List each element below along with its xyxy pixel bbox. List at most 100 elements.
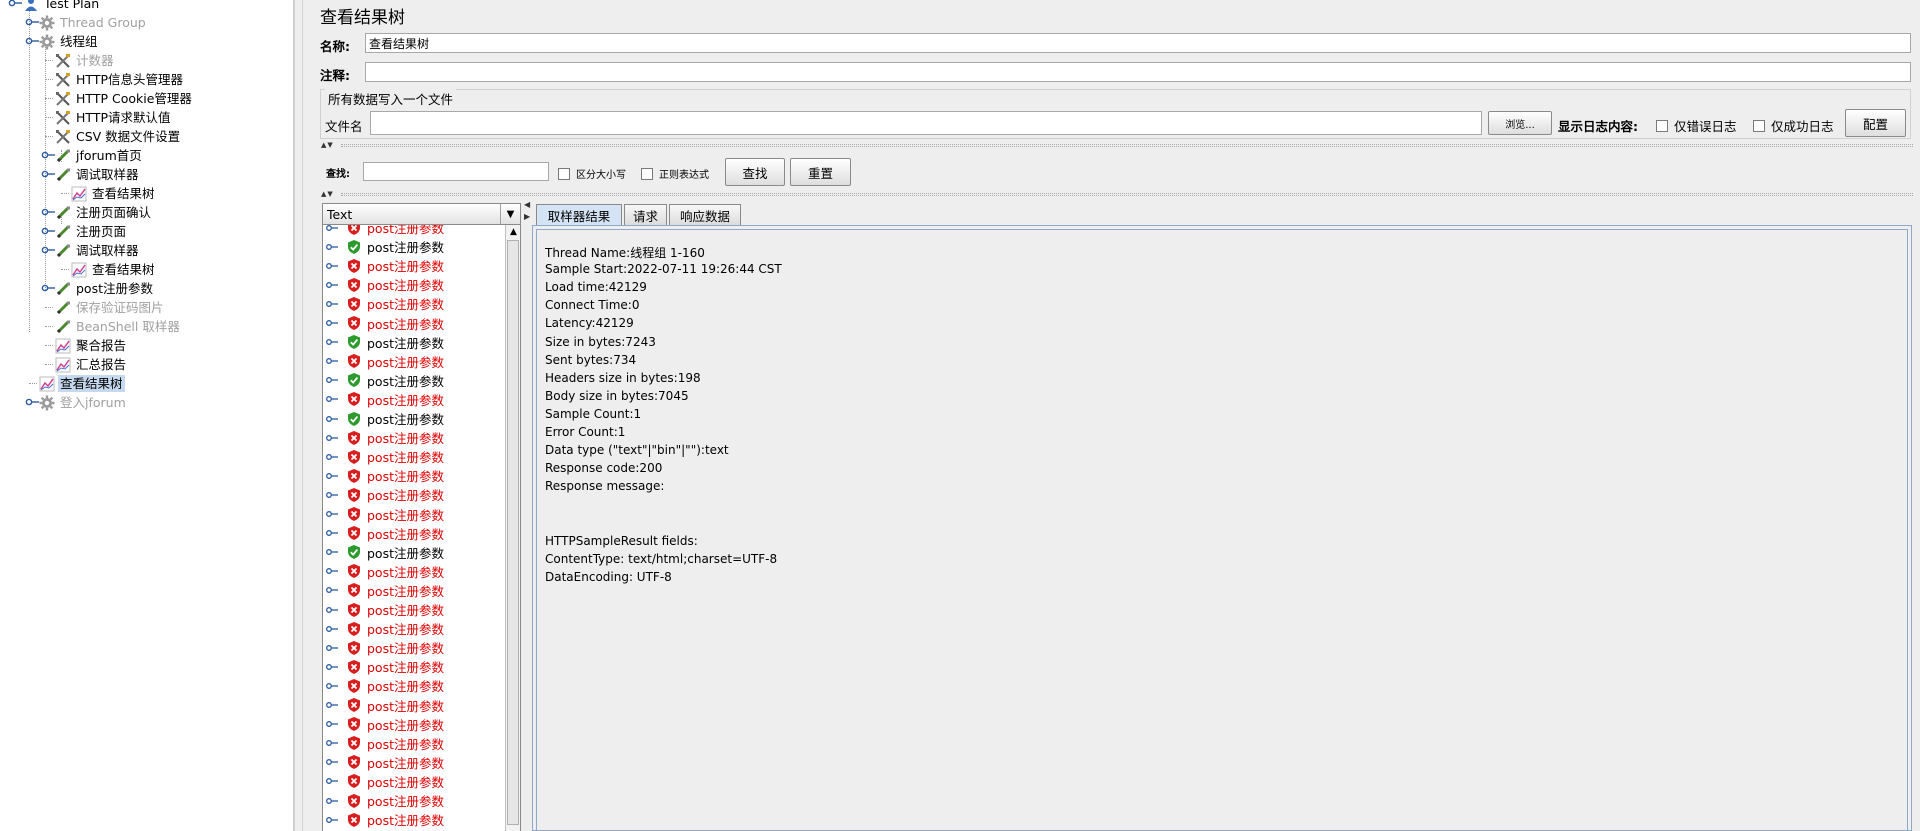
tree-toggle-icon[interactable]	[326, 356, 346, 366]
tree-node[interactable]: post注册参数	[41, 279, 155, 298]
result-list-item[interactable]: post注册参数	[323, 352, 444, 371]
tab-sampler-result[interactable]: 取样器结果	[536, 204, 622, 225]
tab-request[interactable]: 请求	[624, 204, 667, 225]
reset-button[interactable]: 重置	[790, 158, 851, 186]
tree-toggle-icon[interactable]	[326, 452, 346, 462]
tree-toggle-icon[interactable]	[326, 280, 346, 290]
result-list-item[interactable]: post注册参数	[323, 485, 444, 504]
result-list-item[interactable]: post注册参数	[323, 466, 444, 485]
result-list-item[interactable]: post注册参数	[323, 371, 444, 390]
results-split-divider[interactable]: ◀ ▶	[523, 200, 531, 831]
tree-toggle-icon[interactable]	[41, 150, 55, 160]
scroll-up-icon[interactable]: ▲	[508, 227, 519, 238]
result-list-item[interactable]: post注册参数	[323, 562, 444, 581]
tree-node[interactable]: 注册页面	[41, 222, 128, 241]
result-list-item[interactable]: post注册参数	[323, 225, 444, 237]
result-list-item[interactable]: post注册参数	[323, 256, 444, 275]
tree-toggle-icon[interactable]	[326, 585, 346, 595]
result-list-item[interactable]: post注册参数	[323, 275, 444, 294]
tree-toggle-icon[interactable]	[41, 169, 55, 179]
result-list-item[interactable]: post注册参数	[323, 619, 444, 638]
tree-node[interactable]: BeanShell 取样器	[45, 317, 182, 336]
tree-toggle-icon[interactable]	[326, 681, 346, 691]
result-list-item[interactable]: post注册参数	[323, 447, 444, 466]
result-list-item[interactable]: post注册参数	[323, 753, 444, 772]
scroll-thumb[interactable]	[507, 240, 519, 825]
tree-node[interactable]: 计数器	[45, 51, 116, 70]
result-list-item[interactable]: post注册参数	[323, 390, 444, 409]
results-scrollbar[interactable]: ▲	[505, 225, 521, 831]
tree-toggle-icon[interactable]	[326, 414, 346, 424]
collapse-arrows-icon[interactable]: ▲▼	[321, 141, 334, 149]
tree-toggle-icon[interactable]	[326, 337, 346, 347]
tree-toggle-icon[interactable]	[326, 225, 346, 233]
result-list-item[interactable]: post注册参数	[323, 409, 444, 428]
tree-node[interactable]: 查看结果树	[61, 260, 157, 279]
find-button[interactable]: 查找	[725, 158, 785, 186]
success-only-checkbox[interactable]: 仅成功日志	[1753, 116, 1834, 135]
results-column-header[interactable]: Text ▼	[322, 203, 521, 225]
regex-checkbox[interactable]: 正则表达式	[641, 166, 709, 181]
tree-toggle-icon[interactable]	[326, 375, 346, 385]
errors-only-box[interactable]	[1656, 119, 1668, 132]
result-list-item[interactable]: post注册参数	[323, 638, 444, 657]
tree-node[interactable]: jforum首页	[41, 146, 144, 165]
test-plan-tree[interactable]: Test Plan Thread Group 线程组 计数器 HTTP信息头管理器 HTT…	[0, 0, 294, 831]
tree-toggle-icon[interactable]	[25, 36, 39, 46]
result-list-item[interactable]: post注册参数	[323, 505, 444, 524]
tree-toggle-icon[interactable]	[326, 394, 346, 404]
tree-toggle-icon[interactable]	[326, 719, 346, 729]
tree-toggle-icon[interactable]	[326, 566, 346, 576]
tree-toggle-icon[interactable]	[41, 226, 55, 236]
tree-toggle-icon[interactable]	[25, 397, 39, 407]
tree-node[interactable]: 调试取样器	[41, 241, 141, 260]
result-list-item[interactable]: post注册参数	[323, 696, 444, 715]
result-list-item[interactable]: post注册参数	[323, 772, 444, 791]
splitter-bar[interactable]	[341, 193, 1913, 196]
result-list-item[interactable]: post注册参数	[323, 428, 444, 447]
tree-node[interactable]: 聚合报告	[45, 336, 128, 355]
tree-node[interactable]: Test Plan	[8, 0, 101, 13]
tree-toggle-icon[interactable]	[326, 700, 346, 710]
tree-toggle-icon[interactable]	[326, 490, 346, 500]
tree-toggle-icon[interactable]	[25, 17, 39, 27]
result-list-item[interactable]: post注册参数	[323, 657, 444, 676]
tree-toggle-icon[interactable]	[326, 547, 346, 557]
name-field[interactable]	[365, 33, 1911, 53]
tree-toggle-icon[interactable]	[326, 261, 346, 271]
result-list-item[interactable]: post注册参数	[323, 294, 444, 313]
filename-field[interactable]	[370, 111, 1482, 135]
tree-toggle-icon[interactable]	[326, 299, 346, 309]
tree-toggle-icon[interactable]	[41, 245, 55, 255]
tree-toggle-icon[interactable]	[326, 815, 346, 825]
regex-box[interactable]	[641, 167, 653, 180]
tree-node[interactable]: HTTP Cookie管理器	[45, 89, 194, 108]
collapse-arrows-icon[interactable]: ▲▼	[321, 190, 334, 198]
tree-toggle-icon[interactable]	[326, 318, 346, 328]
result-list-item[interactable]: post注册参数	[323, 715, 444, 734]
success-only-box[interactable]	[1753, 119, 1765, 132]
tree-toggle-icon[interactable]	[326, 605, 346, 615]
result-list-item[interactable]: post注册参数	[323, 543, 444, 562]
tree-node[interactable]: HTTP信息头管理器	[45, 70, 185, 89]
tree-toggle-icon[interactable]	[326, 643, 346, 653]
split-pane-divider[interactable]	[294, 0, 303, 831]
browse-button[interactable]: 浏览...	[1488, 111, 1552, 135]
results-list[interactable]: post注册参数 post注册参数 post注册参数 post注册参数 post注册参数…	[322, 225, 505, 831]
configure-button[interactable]: 配置	[1845, 109, 1906, 137]
tree-node[interactable]: 查看结果树	[29, 374, 125, 393]
tree-node[interactable]: HTTP请求默认值	[45, 108, 173, 127]
tree-node[interactable]: 线程组	[25, 32, 100, 51]
result-list-item[interactable]: post注册参数	[323, 810, 444, 829]
tree-node[interactable]: 汇总报告	[45, 355, 128, 374]
tree-toggle-icon[interactable]	[326, 528, 346, 538]
tab-response-data[interactable]: 响应数据	[669, 204, 741, 225]
tree-toggle-icon[interactable]	[326, 509, 346, 519]
tree-toggle-icon[interactable]	[41, 283, 55, 293]
tree-node[interactable]: CSV 数据文件设置	[45, 127, 182, 146]
sampler-result-text-area[interactable]: Thread Name:线程组 1-160 Sample Start:2022-0…	[536, 229, 1908, 830]
case-sensitive-box[interactable]	[558, 167, 570, 180]
tree-node[interactable]: Thread Group	[25, 13, 148, 32]
search-input[interactable]	[363, 162, 549, 181]
tree-node[interactable]: 保存验证码图片	[45, 298, 166, 317]
